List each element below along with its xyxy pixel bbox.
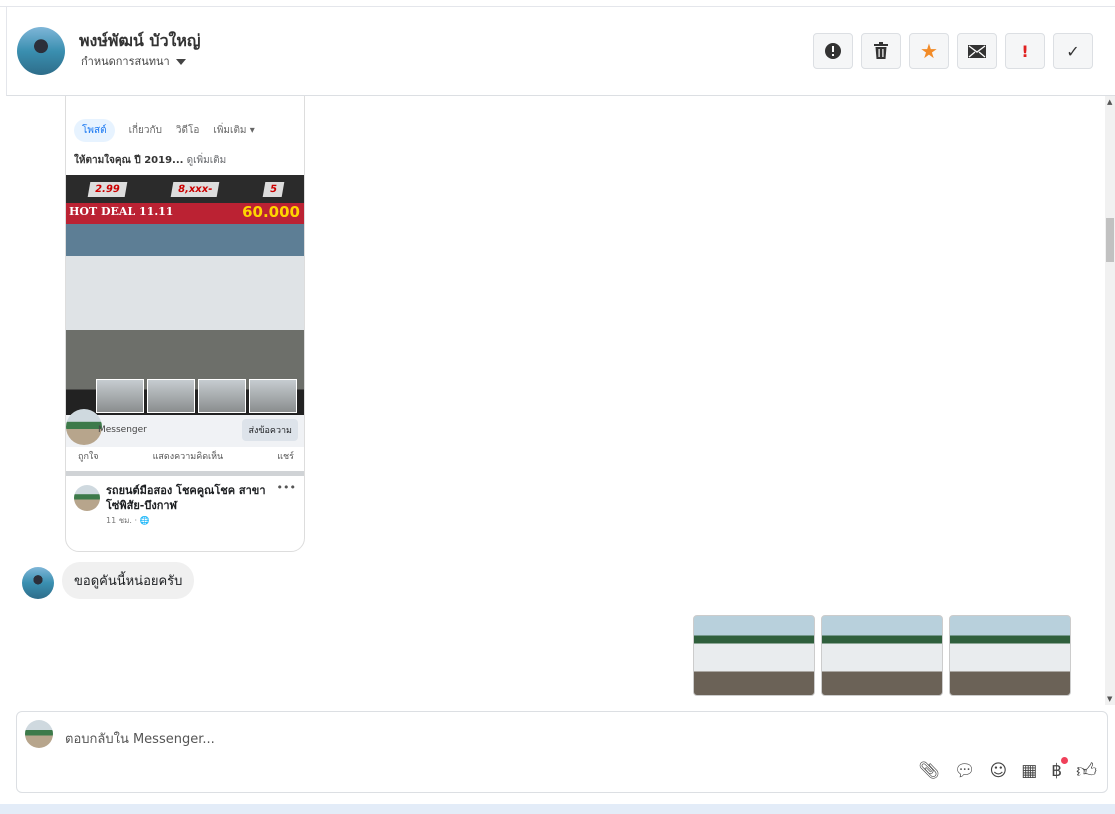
conversation-header: พงษ์พัฒน์ บัวใหญ่ กำหนดการสนทนา ★ ! ✓ <box>6 7 1115 96</box>
more-tab: เพิ่มเติม ▾ <box>213 125 255 136</box>
send-message-label: ส่งข้อความ <box>242 419 298 441</box>
page-avatar <box>25 720 53 748</box>
comment-action: แสดงความคิดเห็น <box>152 452 224 462</box>
post-time: 11 ชม. · 🌐 <box>106 516 150 525</box>
envelope-icon <box>968 44 986 58</box>
car-photo: HOT DEAL 11.11 60.000 <box>66 203 304 415</box>
emoji-icon[interactable]: ☺ <box>989 761 1007 781</box>
video-tab: วิดีโอ <box>175 125 200 136</box>
reply-composer[interactable]: ตอบกลับใน Messenger... 📎︎ 💬︎ ☺ ▦ ฿ 👍︎ <box>16 711 1108 793</box>
alert-octagon-icon <box>825 43 841 59</box>
notification-dot <box>1061 756 1069 764</box>
hot-deal-text: HOT DEAL 11.11 <box>69 205 174 218</box>
spam-button[interactable] <box>813 33 853 69</box>
delete-button[interactable] <box>861 33 901 69</box>
contact-name[interactable]: พงษ์พัฒน์ บัวใหญ่ <box>79 29 201 54</box>
conversation-settings-dropdown[interactable]: กำหนดการสนทนา <box>81 52 186 70</box>
more-icon: ••• <box>276 481 296 494</box>
trash-icon <box>874 42 888 59</box>
check-icon: ✓ <box>1066 41 1080 61</box>
share-action: แชร์ <box>277 452 294 462</box>
car-image-3[interactable] <box>949 615 1071 696</box>
promo-rate: 2.99 <box>87 181 128 197</box>
post-tab: โพสต์ <box>74 119 115 142</box>
sender-avatar <box>22 567 54 599</box>
page-avatar <box>74 485 100 511</box>
table-icon[interactable]: ▦ <box>1021 761 1037 781</box>
desc-text: ให้ตามใจคุณ ปี 2019... <box>74 155 184 166</box>
car-image-1[interactable] <box>693 615 815 696</box>
page-name: รถยนต์มือสอง โชคคูณโชค สาขา โซ่พิสัย-บึง… <box>106 484 266 512</box>
like-action: ถูกใจ <box>78 452 99 462</box>
avatar[interactable] <box>17 27 65 75</box>
star-button[interactable]: ★ <box>909 33 949 69</box>
post-description: ให้ตามใจคุณ ปี 2019... ดูเพิ่มเติม <box>74 153 226 168</box>
about-tab: เกี่ยวกับ <box>128 125 162 136</box>
star-icon: ★ <box>920 39 938 63</box>
mark-unread-button[interactable] <box>957 33 997 69</box>
settings-label: กำหนดการสนทนา <box>81 55 170 68</box>
like-icon[interactable]: 👍︎ <box>1076 758 1097 783</box>
message-bubble: ขอดูคันนี้หน่อยครับ <box>62 562 195 599</box>
shared-screenshot-image[interactable]: โพสต์ เกี่ยวกับ วิดีโอ เพิ่มเติม ▾ ให้ตามใจ… <box>65 96 305 552</box>
car-image-2[interactable] <box>821 615 943 696</box>
promo-installment: 8,xxx- <box>170 181 220 197</box>
baht-icon[interactable]: ฿ <box>1051 756 1069 781</box>
messenger-label: Messenger <box>98 425 147 435</box>
promo-years: 5 <box>262 181 285 197</box>
chat-icon[interactable]: 💬︎ <box>954 761 976 781</box>
see-more: ดูเพิ่มเติม <box>186 155 227 166</box>
page-avatar <box>66 409 102 445</box>
discount-price: 60.000 <box>242 203 300 221</box>
important-button[interactable]: ! <box>1005 33 1045 69</box>
paperclip-icon[interactable]: 📎︎ <box>918 761 940 781</box>
mark-done-button[interactable]: ✓ <box>1053 33 1093 69</box>
caret-down-icon <box>175 59 186 65</box>
scrollbar[interactable]: ▲ ▼ <box>1105 96 1115 705</box>
message-thread[interactable]: โพสต์ เกี่ยวกับ วิดีโอ เพิ่มเติม ▾ ให้ตามใจ… <box>6 96 1105 705</box>
reply-input[interactable]: ตอบกลับใน Messenger... <box>65 728 215 749</box>
bottom-bar <box>0 804 1115 814</box>
exclamation-icon: ! <box>1021 41 1029 61</box>
